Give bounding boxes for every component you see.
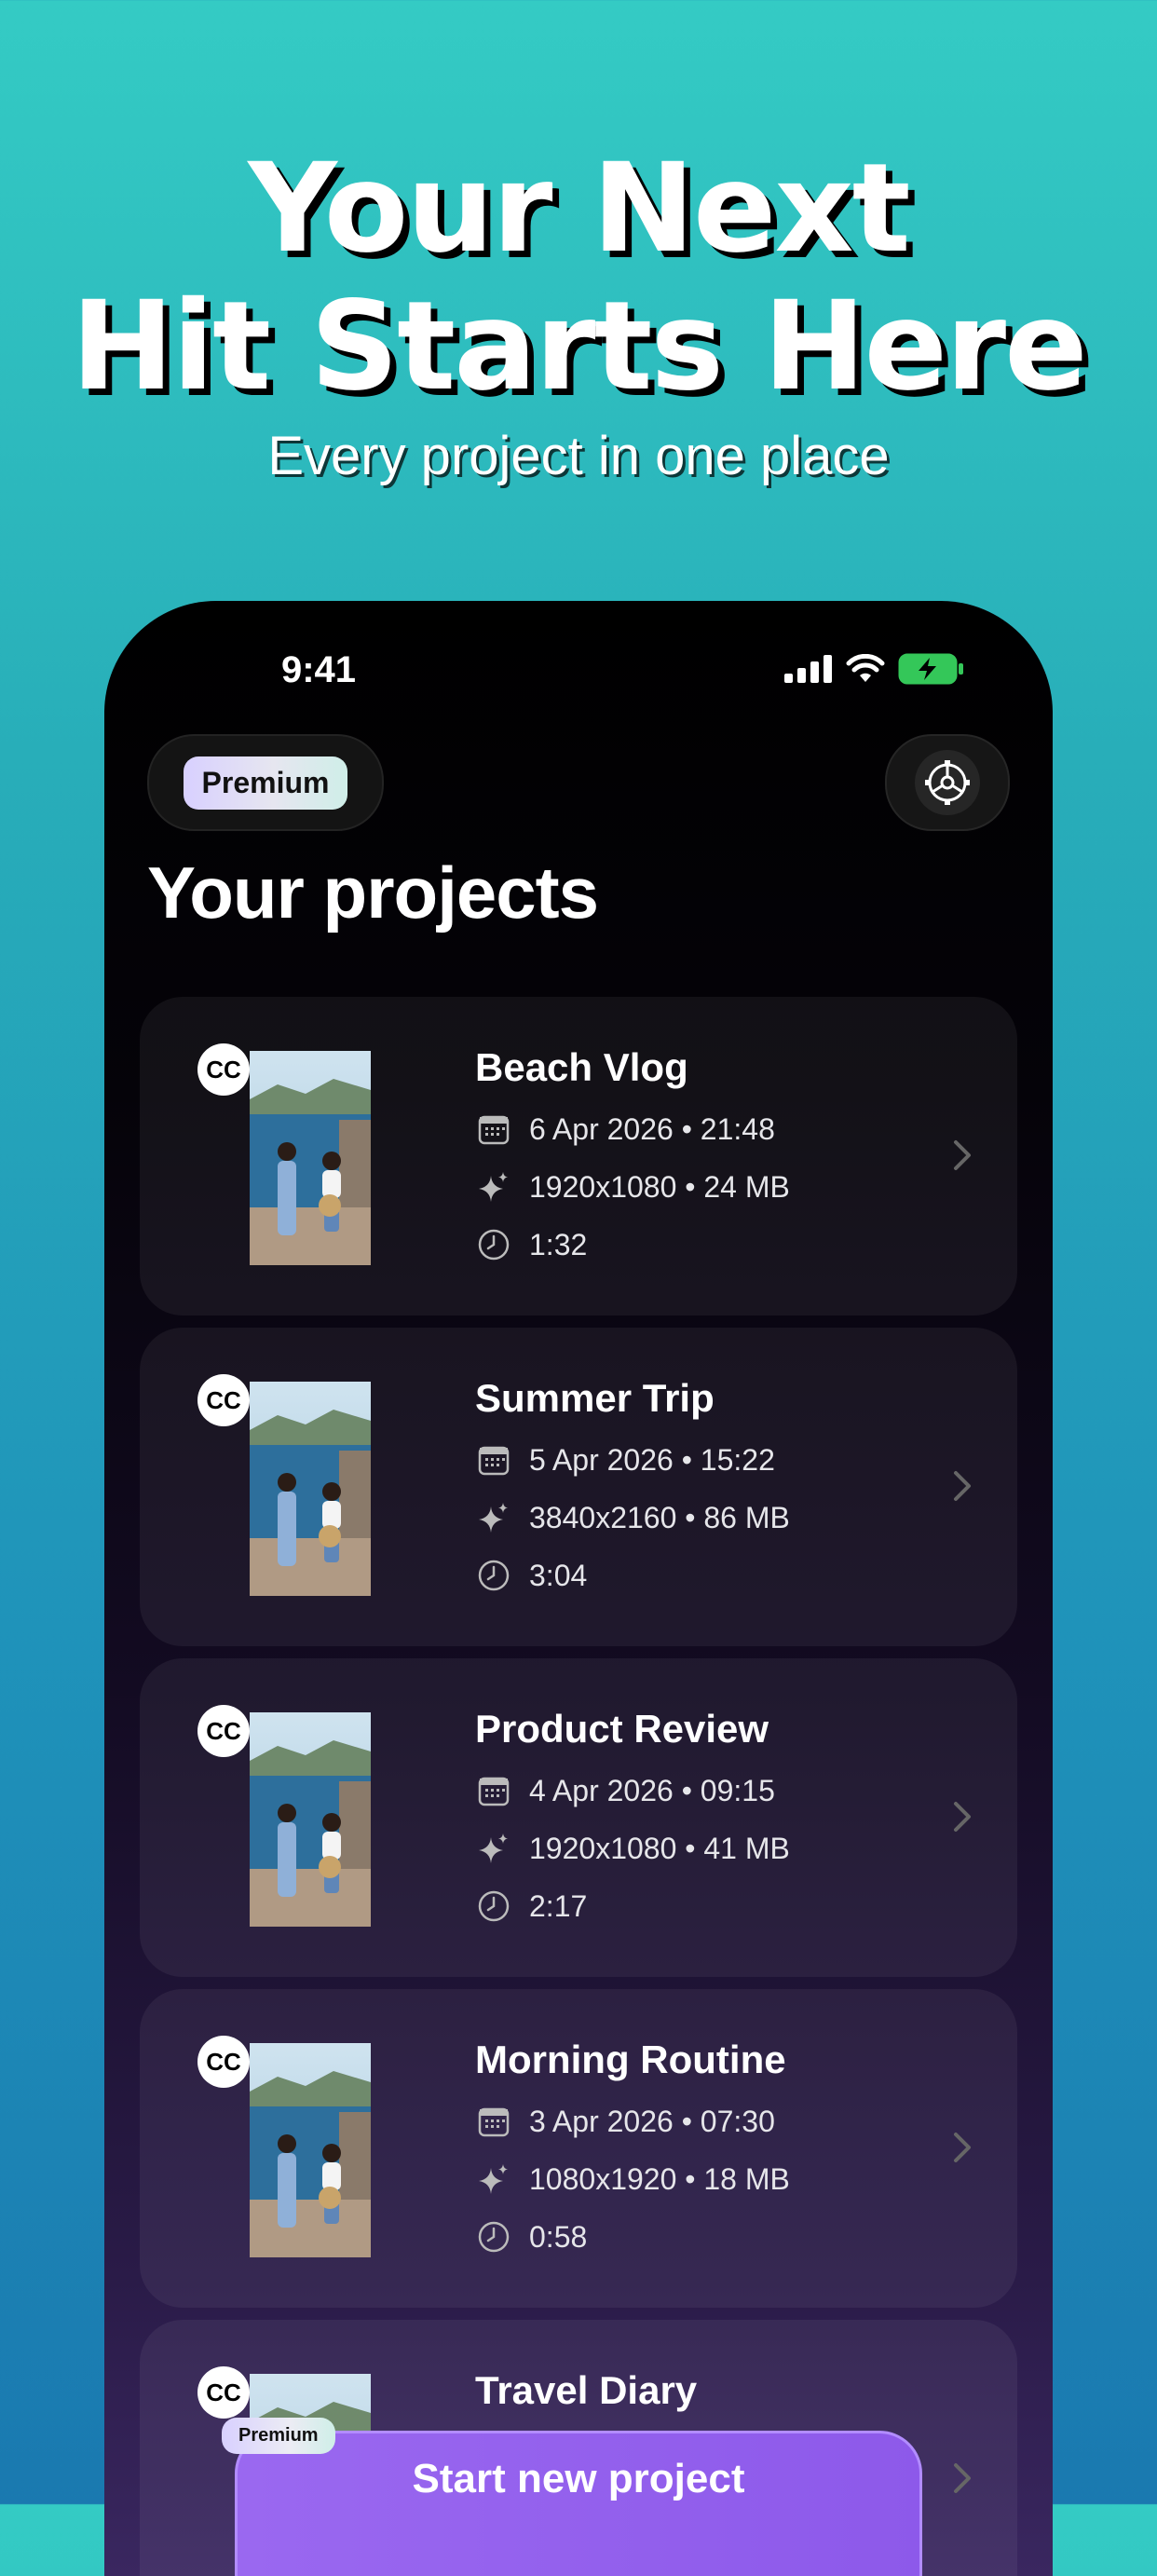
project-title: Summer Trip <box>475 1376 715 1420</box>
gear-icon <box>925 760 970 805</box>
project-specs-row: 1920x1080 • 24 MB <box>475 1168 790 1206</box>
sparkles-icon <box>475 1830 512 1867</box>
project-thumbnail <box>250 1382 371 1596</box>
chevron-right-icon <box>954 1471 971 1501</box>
start-premium-badge: Premium <box>222 2418 335 2454</box>
clock-icon <box>475 2218 512 2256</box>
cc-badge: CC <box>197 2036 250 2088</box>
premium-button[interactable]: Premium <box>147 734 384 831</box>
project-duration-row: 1:32 <box>475 1226 587 1263</box>
phone-frame: 9:41 Premium Your projects CC Beach Vlog… <box>104 601 1053 2576</box>
project-card[interactable]: CC Summer Trip 5 Apr 2026 • 15:22 3840x2… <box>140 1328 1017 1646</box>
project-card[interactable]: CC Beach Vlog 6 Apr 2026 • 21:48 1920x10… <box>140 997 1017 1315</box>
hero-title-line2: Hit Starts Here <box>71 275 1087 418</box>
calendar-icon <box>475 2103 512 2140</box>
thumbnail-image <box>250 2043 371 2257</box>
clock-icon <box>475 1226 512 1263</box>
project-thumbnail <box>250 2043 371 2257</box>
page-title: Your projects <box>147 852 599 934</box>
calendar-icon <box>475 1441 512 1479</box>
project-date: 3 Apr 2026 • 07:30 <box>529 2104 775 2138</box>
thumbnail-image <box>250 1712 371 1927</box>
project-thumbnail <box>250 1051 371 1265</box>
project-specs: 1920x1080 • 24 MB <box>529 1169 790 1204</box>
project-duration: 0:58 <box>529 2219 588 2254</box>
project-title: Product Review <box>475 1707 769 1751</box>
calendar-icon <box>475 1111 512 1148</box>
project-specs: 1080x1920 • 18 MB <box>529 2161 790 2196</box>
sparkles-icon <box>475 2160 512 2198</box>
chevron-right-icon <box>954 1140 971 1170</box>
project-title: Beach Vlog <box>475 1045 688 1089</box>
project-date-row: 3 Apr 2026 • 07:30 <box>475 2103 775 2140</box>
project-specs: 1920x1080 • 41 MB <box>529 1831 790 1865</box>
clock-icon <box>475 1888 512 1925</box>
project-thumbnail <box>250 1712 371 1927</box>
project-duration: 2:17 <box>529 1888 588 1923</box>
project-date-row: 4 Apr 2026 • 09:15 <box>475 1772 775 1809</box>
status-time: 9:41 <box>280 649 357 690</box>
cc-badge: CC <box>197 1374 250 1426</box>
project-title: Travel Diary <box>475 2368 698 2412</box>
project-date: 6 Apr 2026 • 21:48 <box>529 1111 775 1146</box>
project-duration-row: 3:04 <box>475 1557 587 1594</box>
cc-badge: CC <box>197 2366 250 2419</box>
project-specs-row: 1920x1080 • 41 MB <box>475 1830 790 1867</box>
cc-badge: CC <box>197 1705 250 1757</box>
settings-button[interactable] <box>885 734 1010 831</box>
thumbnail-image <box>250 1051 371 1265</box>
hero-title: Your Next Hit Starts Here <box>0 140 1157 416</box>
project-title: Morning Routine <box>475 2038 786 2081</box>
project-duration: 3:04 <box>529 1558 588 1592</box>
project-date: 4 Apr 2026 • 09:15 <box>529 1773 775 1807</box>
project-card[interactable]: CC Product Review 4 Apr 2026 • 09:15 192… <box>140 1658 1017 1977</box>
project-duration-row: 0:58 <box>475 2218 587 2256</box>
sparkles-icon <box>475 1168 512 1206</box>
chevron-right-icon <box>954 2463 971 2493</box>
sparkles-icon <box>475 1499 512 1536</box>
status-icons <box>784 653 965 685</box>
premium-label: Premium <box>183 756 348 810</box>
thumbnail-image <box>250 1382 371 1596</box>
hero-subtitle: Every project in one place <box>267 426 890 486</box>
project-specs-row: 1080x1920 • 18 MB <box>475 2160 790 2198</box>
hero-title-line1: Your Next <box>248 137 910 280</box>
battery-charging-icon <box>898 653 963 685</box>
project-duration-row: 2:17 <box>475 1888 587 1925</box>
wifi-icon <box>846 654 885 682</box>
settings-button-circle <box>915 750 980 815</box>
project-date-row: 6 Apr 2026 • 21:48 <box>475 1111 775 1148</box>
project-date-row: 5 Apr 2026 • 15:22 <box>475 1441 775 1479</box>
project-specs-row: 3840x2160 • 86 MB <box>475 1499 790 1536</box>
project-date: 5 Apr 2026 • 15:22 <box>529 1442 775 1477</box>
chevron-right-icon <box>954 2133 971 2162</box>
chevron-right-icon <box>954 1802 971 1832</box>
project-duration: 1:32 <box>529 1227 588 1261</box>
signal-icon <box>784 655 832 683</box>
project-card[interactable]: CC Morning Routine 3 Apr 2026 • 07:30 10… <box>140 1989 1017 2308</box>
cc-badge: CC <box>197 1043 250 1096</box>
start-new-project-button[interactable]: Start new project <box>235 2431 922 2576</box>
clock-icon <box>475 1557 512 1594</box>
project-specs: 3840x2160 • 86 MB <box>529 1500 790 1534</box>
calendar-icon <box>475 1772 512 1809</box>
